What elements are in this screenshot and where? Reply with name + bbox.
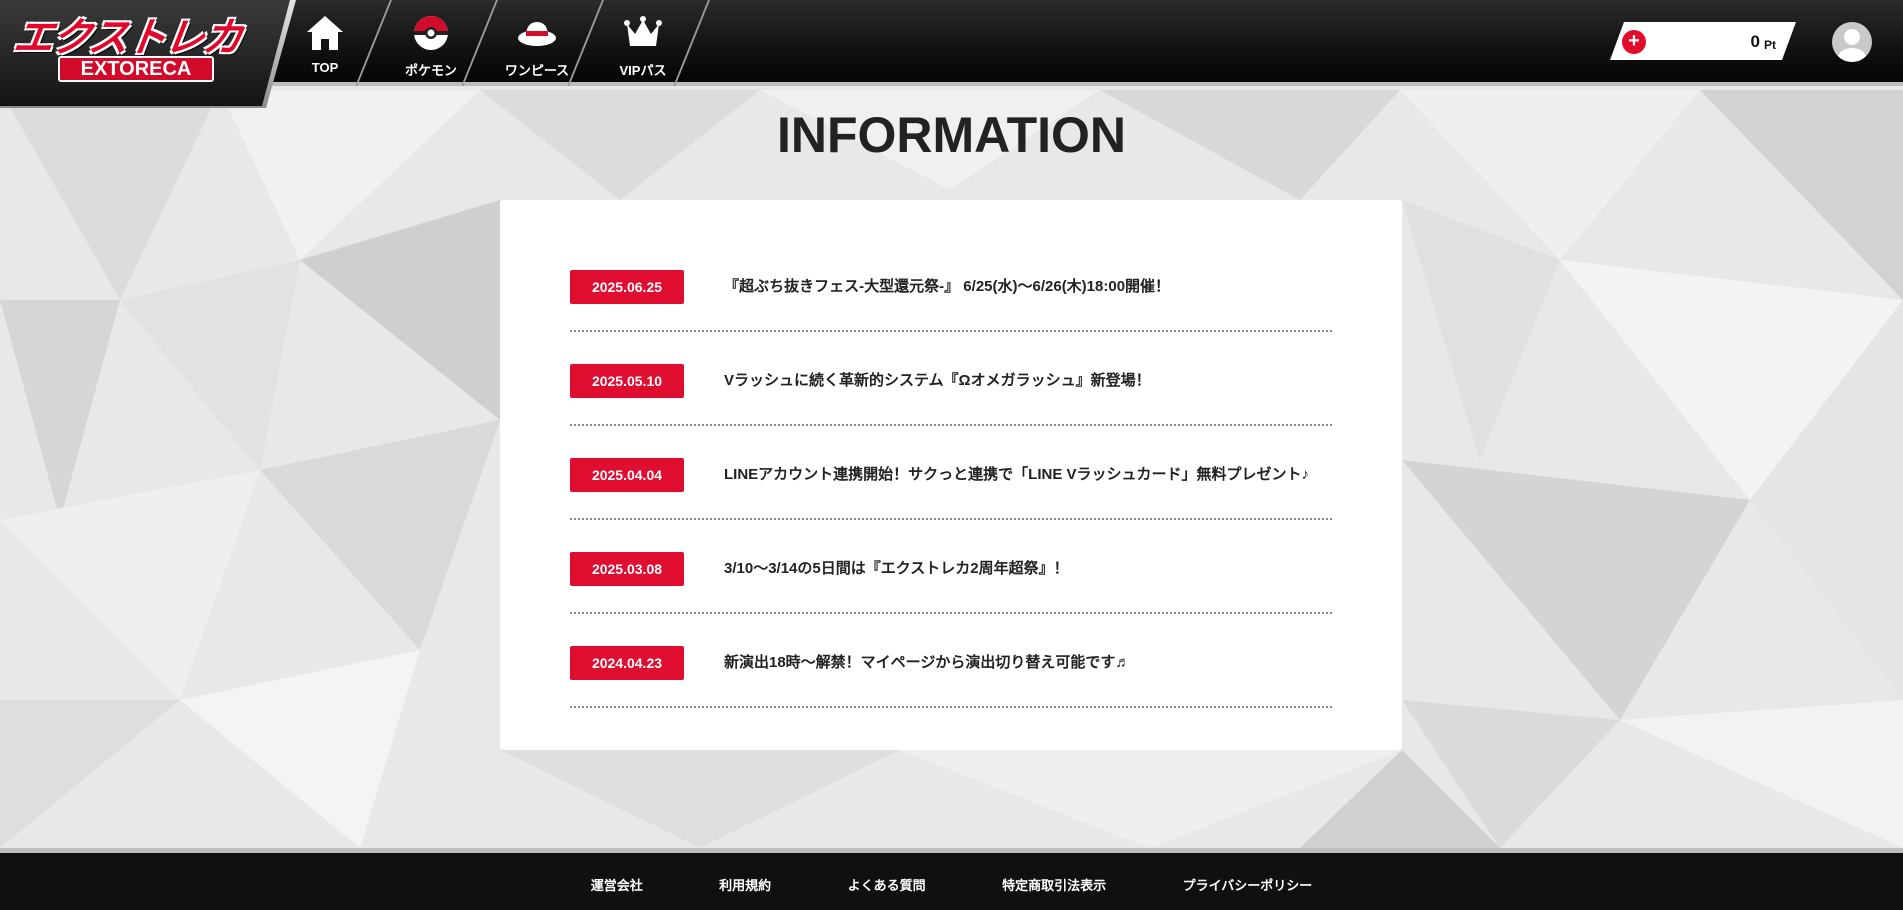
points-value: 0 [1750, 32, 1760, 51]
news-title-link[interactable]: 3/10〜3/14の5日間は『エクストレカ2周年超祭』！ [724, 552, 1324, 586]
footer-link-company[interactable]: 運営会社 [591, 875, 643, 894]
news-date-badge: 2025.04.04 [570, 458, 684, 492]
news-title-link[interactable]: LINEアカウント連携開始！サクっと連携で「LINE Vラッシュカード」無料プレ… [724, 458, 1324, 492]
nav-label: VIPパス [619, 63, 667, 78]
page-title: INFORMATION [776, 107, 1127, 163]
news-item[interactable]: 2025.04.04 LINEアカウント連携開始！サクっと連携で「LINE Vラ… [570, 458, 1332, 552]
news-item[interactable]: 2024.04.23 新演出18時〜解禁！マイページから演出切り替え可能です♬ [570, 646, 1332, 740]
news-title-link[interactable]: Vラッシュに続く革新的システム『Ωオメガラッシュ』新登場！ [724, 364, 1324, 398]
logo-japanese-text: エクストレカ [10, 16, 244, 60]
crown-icon [624, 16, 662, 46]
nav-item-pokemon[interactable]: ポケモン [378, 0, 484, 86]
news-divider [570, 612, 1332, 614]
footer-link-privacy[interactable]: プライバシーポリシー [1183, 875, 1313, 894]
news-divider [570, 330, 1332, 332]
news-divider [570, 706, 1332, 708]
nav-label: ワンピース [504, 63, 570, 78]
main-nav: TOP ポケモン ワンピース VIPパス [272, 0, 696, 86]
news-card: 2025.06.25 『超ぶち抜きフェス-大型還元祭-』 6/25(水)〜6/2… [500, 200, 1402, 750]
plus-icon[interactable]: + [1622, 30, 1646, 54]
site-logo[interactable]: エクストレカ EXTORECA [10, 16, 250, 82]
logo-english-text: EXTORECA [58, 56, 214, 82]
footer-link-commerce-law[interactable]: 特定商取引法表示 [1002, 875, 1106, 894]
news-item[interactable]: 2025.03.08 3/10〜3/14の5日間は『エクストレカ2周年超祭』！ [570, 552, 1332, 646]
user-avatar-icon[interactable] [1832, 22, 1872, 62]
user-silhouette-icon [1838, 29, 1866, 62]
site-footer: 運営会社 利用規約 よくある質問 特定商取引法表示 プライバシーポリシー [0, 848, 1903, 910]
news-item[interactable]: 2025.05.10 Vラッシュに続く革新的システム『Ωオメガラッシュ』新登場！ [570, 364, 1332, 458]
straw-hat-icon [518, 22, 556, 46]
points-unit: Pt [1764, 38, 1776, 52]
news-title-link[interactable]: 新演出18時〜解禁！マイページから演出切り替え可能です♬ [724, 646, 1324, 680]
nav-label: TOP [311, 60, 339, 75]
news-divider [570, 424, 1332, 426]
footer-link-terms[interactable]: 利用規約 [719, 875, 771, 894]
news-item[interactable]: 2025.06.25 『超ぶち抜きフェス-大型還元祭-』 6/25(水)〜6/2… [570, 270, 1332, 364]
nav-item-vip-pass[interactable]: VIPパス [590, 0, 696, 86]
news-title-link[interactable]: 『超ぶち抜きフェス-大型還元祭-』 6/25(水)〜6/26(木)18:00開催… [724, 270, 1324, 304]
nav-item-top[interactable]: TOP [272, 0, 378, 86]
footer-links: 運営会社 利用規約 よくある質問 特定商取引法表示 プライバシーポリシー [0, 875, 1903, 895]
footer-link-faq[interactable]: よくある質問 [848, 875, 926, 894]
news-date-badge: 2025.03.08 [570, 552, 684, 586]
news-divider [570, 518, 1332, 520]
news-date-badge: 2024.04.23 [570, 646, 684, 680]
nav-label: ポケモン [404, 63, 457, 78]
nav-item-onepiece[interactable]: ワンピース [484, 0, 590, 86]
home-icon [307, 16, 343, 50]
news-date-badge: 2025.05.10 [570, 364, 684, 398]
news-date-badge: 2025.06.25 [570, 270, 684, 304]
pokeball-icon [414, 16, 448, 50]
